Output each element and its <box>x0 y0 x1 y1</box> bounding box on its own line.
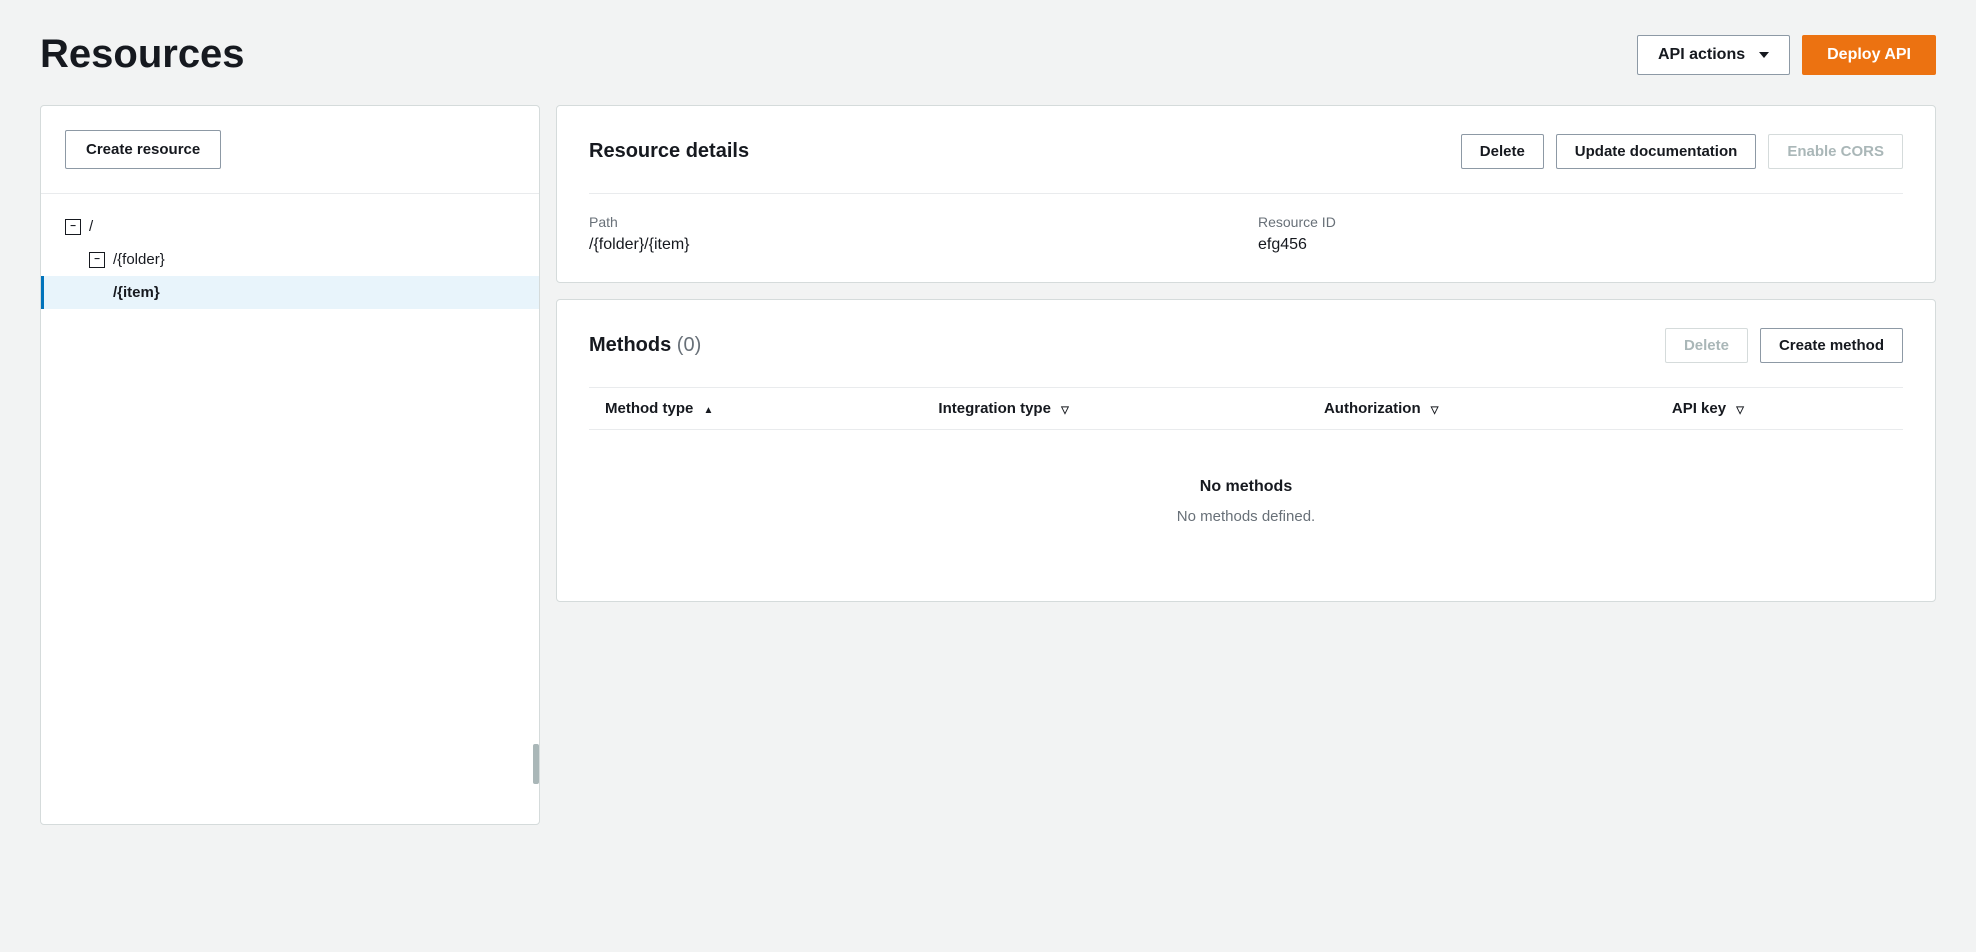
create-method-button[interactable]: Create method <box>1760 328 1903 363</box>
col-integration-type-label: Integration type <box>938 400 1051 417</box>
col-api-key-label: API key <box>1672 400 1726 417</box>
create-resource-label: Create resource <box>86 141 200 158</box>
methods-table: Method type Integration type Authorizati… <box>589 387 1903 573</box>
collapse-icon-root: − <box>65 219 81 235</box>
delete-resource-label: Delete <box>1480 143 1525 160</box>
right-panel: Resource details Delete Update documenta… <box>556 105 1936 602</box>
main-content: Create resource − / − /{folder} /{item} <box>40 105 1936 825</box>
col-authorization[interactable]: Authorization <box>1308 388 1656 430</box>
enable-cors-label: Enable CORS <box>1787 143 1884 160</box>
deploy-api-button[interactable]: Deploy API <box>1802 35 1936 75</box>
col-method-type-label: Method type <box>605 400 693 417</box>
left-panel: Create resource − / − /{folder} /{item} <box>40 105 540 825</box>
methods-title-text: Methods <box>589 334 677 356</box>
collapse-icon-folder: − <box>89 252 105 268</box>
header-actions: API actions Deploy API <box>1637 35 1936 75</box>
tree-item-root[interactable]: − / <box>41 210 539 243</box>
deploy-api-label: Deploy API <box>1827 46 1911 63</box>
methods-table-header-row: Method type Integration type Authorizati… <box>589 388 1903 430</box>
col-method-type[interactable]: Method type <box>589 388 922 430</box>
methods-card: Methods (0) Delete Create method <box>556 299 1936 602</box>
dropdown-arrow-icon <box>1759 52 1769 58</box>
tree-label-item: /{item} <box>113 284 160 301</box>
resource-details-header: Resource details Delete Update documenta… <box>589 134 1903 169</box>
methods-header: Methods (0) Delete Create method <box>589 328 1903 363</box>
update-documentation-button[interactable]: Update documentation <box>1556 134 1757 169</box>
sort-method-type-icon <box>704 405 714 416</box>
resize-handle[interactable] <box>533 744 539 784</box>
col-integration-type[interactable]: Integration type <box>922 388 1308 430</box>
resource-details-title: Resource details <box>589 140 749 163</box>
create-resource-button[interactable]: Create resource <box>65 130 221 169</box>
update-documentation-label: Update documentation <box>1575 143 1738 160</box>
sort-api-key-icon <box>1736 405 1744 416</box>
api-actions-button[interactable]: API actions <box>1637 35 1790 75</box>
methods-empty-state: No methods No methods defined. <box>589 430 1903 573</box>
empty-state-title: No methods <box>605 478 1887 496</box>
path-label: Path <box>589 214 1234 230</box>
enable-cors-button[interactable]: Enable CORS <box>1768 134 1903 169</box>
methods-title: Methods (0) <box>589 334 701 357</box>
sort-integration-type-icon <box>1061 405 1069 416</box>
api-actions-label: API actions <box>1658 46 1745 64</box>
methods-actions: Delete Create method <box>1665 328 1903 363</box>
methods-count: (0) <box>677 334 701 356</box>
resource-id-group: Resource ID efg456 <box>1258 214 1903 254</box>
divider <box>41 193 539 194</box>
resource-id-label: Resource ID <box>1258 214 1903 230</box>
delete-method-label: Delete <box>1684 337 1729 354</box>
tree-item-item[interactable]: /{item} <box>41 276 539 309</box>
delete-resource-button[interactable]: Delete <box>1461 134 1544 169</box>
page-title: Resources <box>40 32 245 77</box>
resource-id-value: efg456 <box>1258 236 1903 254</box>
page-header: Resources API actions Deploy API <box>40 32 1936 77</box>
path-group: Path /{folder}/{item} <box>589 214 1234 254</box>
resource-details-grid: Path /{folder}/{item} Resource ID efg456 <box>589 193 1903 254</box>
col-api-key[interactable]: API key <box>1656 388 1903 430</box>
col-authorization-label: Authorization <box>1324 400 1421 417</box>
path-value: /{folder}/{item} <box>589 236 1234 254</box>
resource-tree: − / − /{folder} /{item} <box>41 210 539 309</box>
methods-empty-row: No methods No methods defined. <box>589 430 1903 574</box>
tree-label-folder: /{folder} <box>113 251 165 268</box>
sort-authorization-icon <box>1431 405 1439 416</box>
create-method-label: Create method <box>1779 337 1884 354</box>
delete-method-button[interactable]: Delete <box>1665 328 1748 363</box>
tree-item-folder[interactable]: − /{folder} <box>41 243 539 276</box>
resource-details-card: Resource details Delete Update documenta… <box>556 105 1936 283</box>
empty-state-desc: No methods defined. <box>605 508 1887 525</box>
resource-details-actions: Delete Update documentation Enable CORS <box>1461 134 1903 169</box>
tree-label-root: / <box>89 218 93 235</box>
